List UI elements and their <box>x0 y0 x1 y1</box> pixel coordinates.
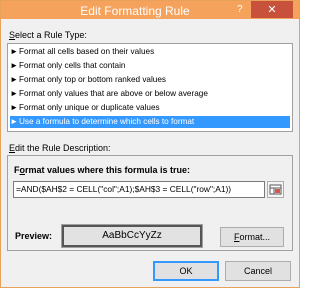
rule-type-item[interactable]: ►Format only top or bottom ranked values <box>10 74 290 86</box>
triangle-bullet-icon: ► <box>10 75 19 84</box>
triangle-bullet-icon: ► <box>10 47 19 56</box>
rule-type-item[interactable]: ►Format only cells that contain <box>10 60 290 72</box>
collapse-dialog-button[interactable] <box>267 181 284 198</box>
close-icon: ✕ <box>267 4 277 16</box>
title-bar[interactable]: Edit Formatting Rule ? ✕ <box>1 1 299 19</box>
rule-description-label: Edit the Rule Description: <box>9 143 111 153</box>
edit-formatting-rule-dialog: Edit Formatting Rule ? ✕ Select a Rule T… <box>0 0 300 288</box>
dialog-title: Edit Formatting Rule <box>80 4 190 18</box>
triangle-bullet-icon: ► <box>10 89 19 98</box>
formula-input[interactable]: =AND($AH$2 = CELL("col";A1);$AH$3 = CELL… <box>13 181 265 198</box>
triangle-bullet-icon: ► <box>10 61 19 70</box>
format-preview: AaBbCcYyZz <box>61 224 203 248</box>
range-select-icon <box>269 184 282 195</box>
triangle-bullet-icon: ► <box>10 103 19 112</box>
rule-type-label: Select a Rule Type: <box>9 30 87 40</box>
triangle-bullet-icon: ► <box>10 117 19 126</box>
ok-button[interactable]: OK <box>153 261 219 281</box>
rule-type-item[interactable]: ►Format only values that are above or be… <box>10 88 290 100</box>
rule-type-item-selected[interactable]: ►Use a formula to determine which cells … <box>10 116 290 128</box>
rule-type-list[interactable]: ►Format all cells based on their values … <box>7 43 293 132</box>
rule-type-item[interactable]: ►Format only unique or duplicate values <box>10 102 290 114</box>
rule-type-item[interactable]: ►Format all cells based on their values <box>10 46 290 58</box>
cancel-button[interactable]: Cancel <box>225 261 291 281</box>
format-button[interactable]: Format... <box>220 227 284 247</box>
help-icon[interactable]: ? <box>237 4 243 15</box>
close-button[interactable]: ✕ <box>251 1 293 18</box>
formula-label: Format values where this formula is true… <box>14 165 191 175</box>
preview-label: Preview: <box>15 231 53 241</box>
